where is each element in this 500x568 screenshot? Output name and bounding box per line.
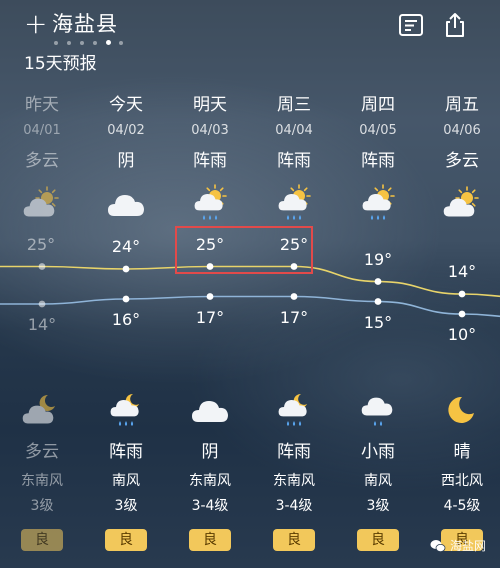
low-temp-label: 14° [27,315,57,334]
day-date: 04/03 [191,123,229,138]
high-temp-label: 19° [363,249,393,269]
day-date: 04/02 [107,123,145,138]
day-condition: 阵雨 [193,151,227,171]
day-condition: 阴 [117,151,135,171]
low-temp-label: 10° [447,325,477,344]
low-temp-label: 16° [111,310,141,329]
day-label: 周三 [277,95,311,115]
low-temp-label: 17° [195,307,225,327]
cloudy-icon [104,184,148,224]
day-date: 04/01 [23,123,61,138]
partly-cloudy-night-icon [20,390,64,430]
night-condition: 阴 [201,442,219,462]
day-label: 明天 [193,95,227,115]
high-temp-label: 14° [447,262,477,281]
watermark: 海盐网 [430,534,500,558]
forecast-day-column[interactable]: 周三 04/04 阵雨 阵雨 东南风 3-4级良 [252,92,336,568]
cloudy-icon [188,390,232,430]
wind-level: 4-5级 [443,498,481,514]
aqi-badge: 良 [189,529,231,551]
shower-night-icon [272,390,316,430]
shower-day-icon [272,184,316,224]
partly-cloudy-day-icon [440,184,484,224]
shower-day-icon [356,184,400,224]
night-condition: 小雨 [361,442,395,462]
day-condition: 多云 [445,151,479,171]
day-date: 04/05 [359,123,397,138]
night-condition: 阵雨 [277,442,311,462]
wind-direction: 西北风 [441,473,483,489]
night-condition: 阵雨 [109,442,143,462]
forecast-day-column[interactable]: 明天 04/03 阵雨阴东南风 3-4级良 [168,92,252,568]
aqi-badge: 良 [105,529,147,551]
day-label: 今天 [109,95,143,115]
day-condition: 阵雨 [361,151,395,171]
day-label: 周五 [445,95,479,115]
wind-level: 3-4级 [275,498,313,514]
aqi-badge: 良 [21,529,63,551]
day-date: 04/04 [275,123,313,138]
wind-level: 3-4级 [191,498,229,514]
night-condition: 多云 [25,442,59,462]
wind-direction: 南风 [364,473,392,489]
wind-direction: 南风 [112,473,140,489]
high-temp-label: 24° [111,237,141,256]
wind-direction: 东南风 [273,473,315,489]
light-rain-icon [356,390,400,430]
shower-night-icon [104,390,148,430]
wind-level: 3级 [366,498,390,514]
low-temp-label: 17° [279,307,309,327]
shower-day-icon [188,184,232,224]
wind-direction: 东南风 [189,473,231,489]
day-condition: 阵雨 [277,151,311,171]
day-label: 周四 [361,95,395,115]
aqi-badge: 良 [273,529,315,551]
wind-direction: 东南风 [21,473,63,489]
wechat-icon [430,540,446,552]
day-condition: 多云 [25,151,59,171]
aqi-badge: 良 [357,529,399,551]
wind-level: 3级 [114,498,138,514]
moon-icon [440,390,484,430]
night-condition: 晴 [453,442,471,462]
low-temp-label: 15° [363,312,393,332]
highlight-annotation-box [175,226,313,274]
watermark-text: 海盐网 [450,539,487,553]
partly-cloudy-day-icon [20,184,64,224]
day-label: 昨天 [25,95,59,115]
day-date: 04/06 [443,123,481,138]
high-temp-label: 25° [26,234,56,254]
wind-level: 3级 [30,498,54,514]
